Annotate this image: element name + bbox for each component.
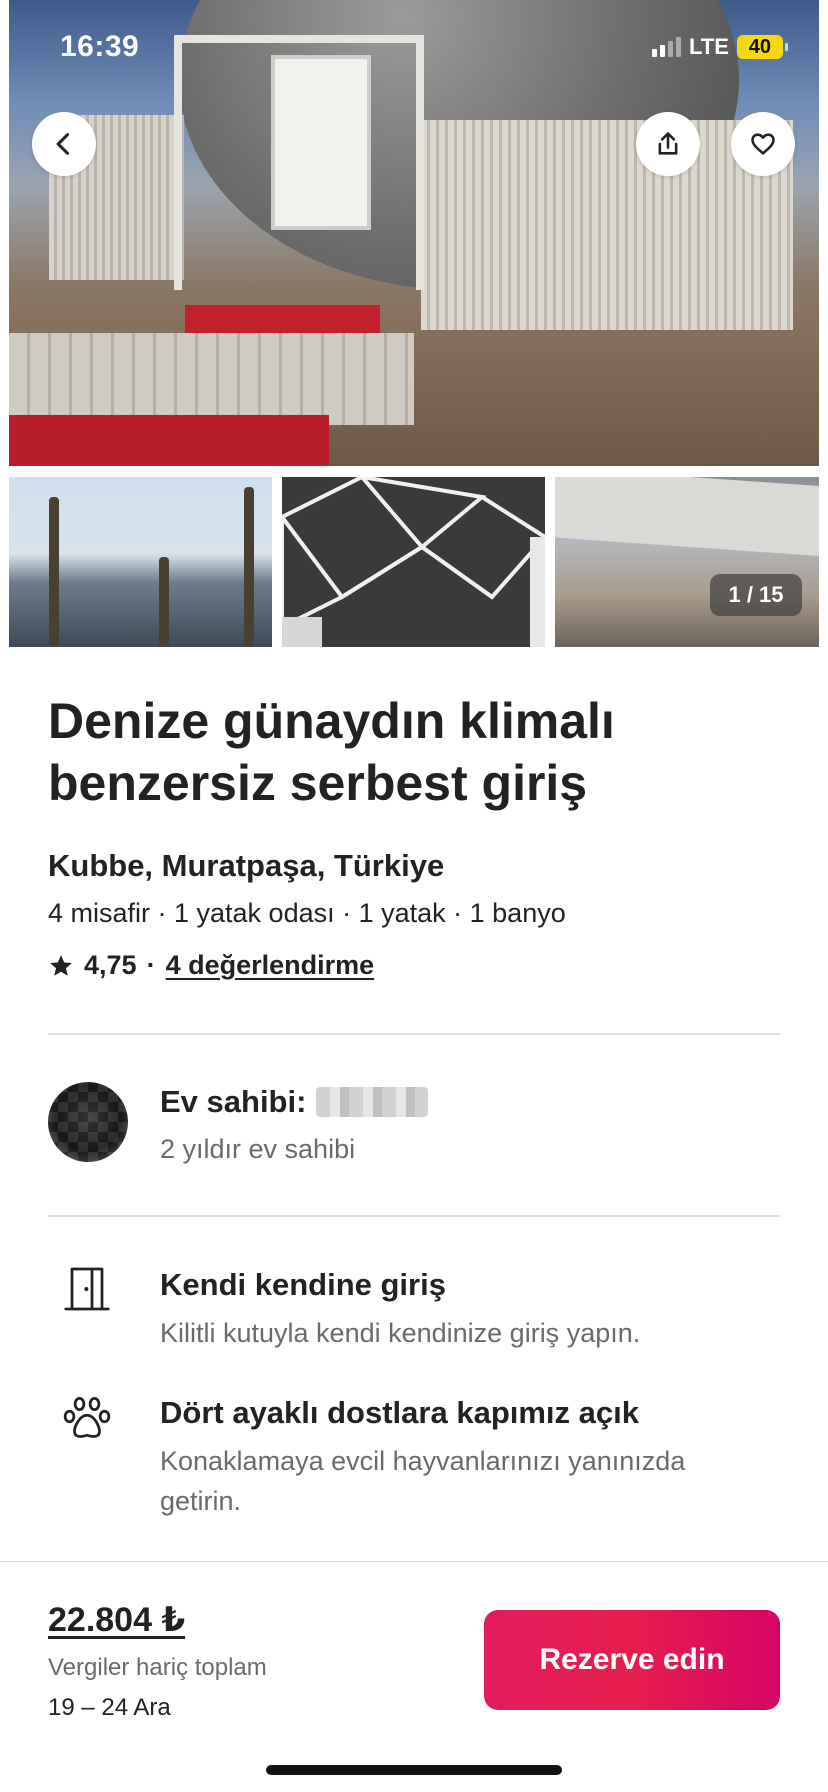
back-button[interactable] bbox=[32, 112, 96, 176]
dome-interior-pattern bbox=[282, 477, 545, 647]
share-icon bbox=[658, 132, 678, 155]
listing-title-line2: benzersiz serbest giriş bbox=[48, 755, 588, 811]
reserve-button[interactable]: Rezerve edin bbox=[484, 1610, 780, 1710]
listing-title-line1: Denize günaydın klimalı bbox=[48, 693, 615, 749]
reviews-link[interactable]: 4 değerlendirme bbox=[166, 950, 375, 981]
network-label: LTE bbox=[689, 34, 729, 59]
listing-details: 4 misafir · 1 yatak odası · 1 yatak · 1 … bbox=[48, 898, 566, 928]
status-indicators: LTE 40 bbox=[652, 34, 788, 60]
dome-door bbox=[271, 55, 371, 230]
wooden-deck bbox=[9, 333, 414, 425]
photo-counter: 1 / 15 bbox=[710, 574, 802, 616]
divider bbox=[48, 1215, 780, 1217]
divider bbox=[48, 1033, 780, 1035]
feature-pets-desc: Konaklamaya evcil hayvanlarınızı yanınız… bbox=[160, 1446, 686, 1516]
host-avatar[interactable] bbox=[48, 1082, 128, 1162]
red-carpet-lower bbox=[9, 415, 329, 466]
favorite-button[interactable] bbox=[731, 112, 795, 176]
home-indicator[interactable] bbox=[266, 1765, 562, 1775]
palm-trunk bbox=[159, 557, 169, 647]
canopy bbox=[555, 477, 819, 558]
price-note: Vergiler hariç toplam bbox=[48, 1654, 267, 1681]
chevron-left-icon bbox=[56, 133, 70, 155]
host-title: Ev sahibi: bbox=[160, 1084, 429, 1120]
hero-photo[interactable] bbox=[9, 0, 819, 466]
heart-icon bbox=[751, 133, 775, 155]
feature-pets-title: Dört ayaklı dostlara kapımız açık bbox=[160, 1395, 639, 1430]
host-tenure: 2 yıldır ev sahibi bbox=[160, 1134, 356, 1164]
feature-self-checkin-desc: Kilitli kutuyla kendi kendinize giriş ya… bbox=[160, 1318, 641, 1348]
rating-value: 4,75 bbox=[84, 950, 137, 980]
star-icon bbox=[50, 954, 72, 976]
host-name-blurred bbox=[316, 1087, 429, 1117]
rating-row: 4,75 · 4 değerlendirme bbox=[48, 950, 374, 981]
listing-location: Kubbe, Muratpaşa, Türkiye bbox=[48, 848, 445, 883]
feature-self-checkin-title: Kendi kendine giriş bbox=[160, 1267, 446, 1302]
stay-dates: 19 – 24 Ara bbox=[48, 1694, 171, 1721]
palm-trunk bbox=[244, 487, 254, 647]
gallery-thumbnail-dome-interior[interactable] bbox=[282, 477, 545, 647]
share-button[interactable] bbox=[636, 112, 700, 176]
signal-icon bbox=[652, 37, 681, 57]
gallery-thumbnail-beach[interactable] bbox=[9, 477, 272, 647]
listing-title: Denize günaydın klimalı benzersiz serbes… bbox=[48, 690, 768, 814]
total-price[interactable]: 22.804 ₺ bbox=[48, 1600, 185, 1640]
host-label: Ev sahibi: bbox=[160, 1084, 307, 1119]
paw-icon bbox=[63, 1397, 111, 1438]
status-time: 16:39 bbox=[60, 30, 140, 63]
gallery-thumbnail-terrace[interactable] bbox=[555, 477, 819, 647]
battery-icon: 40 bbox=[736, 35, 788, 59]
rating-separator: · bbox=[146, 950, 156, 980]
door-icon bbox=[64, 1267, 110, 1311]
palm-trunk bbox=[49, 497, 59, 647]
